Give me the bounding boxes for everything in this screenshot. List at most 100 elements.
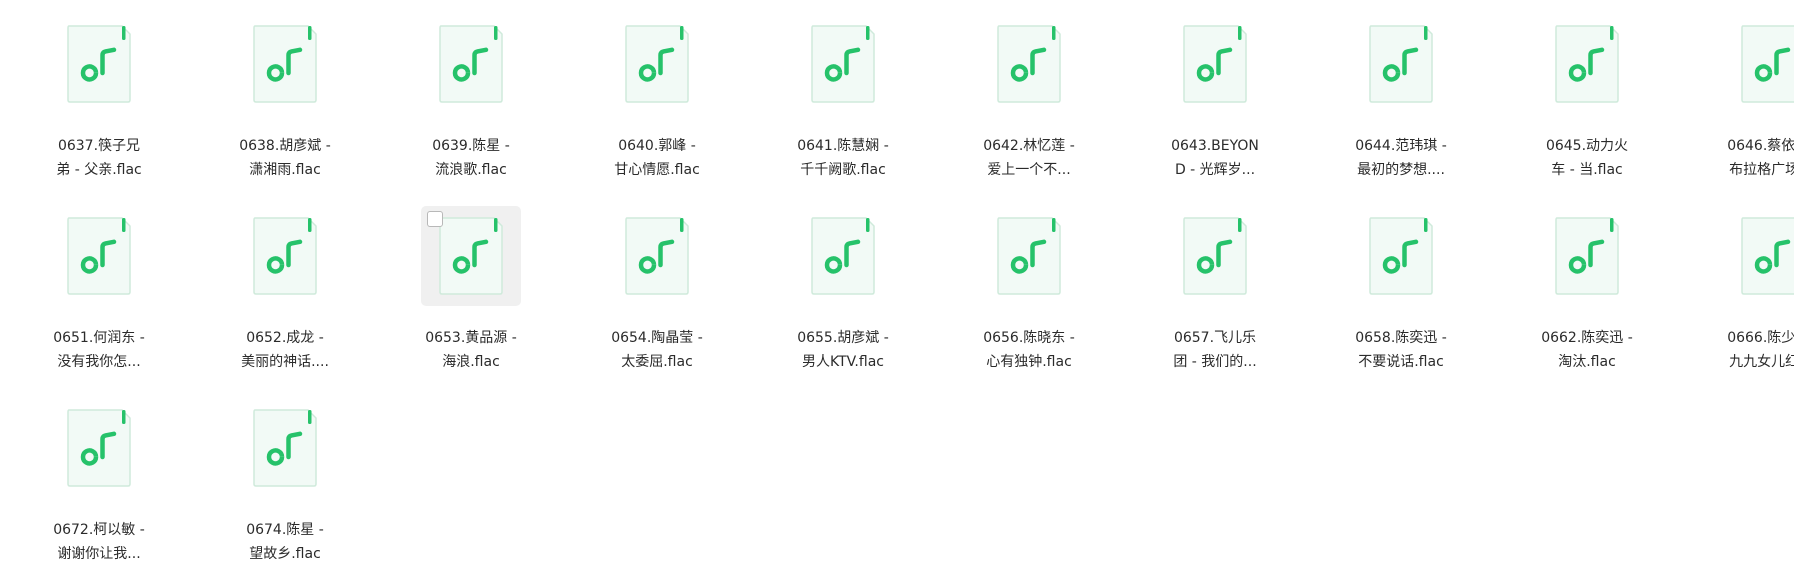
file-thumbnail[interactable] — [421, 14, 521, 114]
file-name-line2: 没有我你怎... — [57, 354, 141, 370]
file-name[interactable]: 0652.成龙 - 美丽的神话.... — [227, 326, 343, 374]
file-thumbnail[interactable] — [1537, 206, 1637, 306]
file-item[interactable]: 0666.陈少华 - 九九女儿红.... — [1680, 204, 1794, 396]
file-name-line2: 车 - 当.flac — [1551, 162, 1623, 178]
file-name[interactable]: 0658.陈奕迅 - 不要说话.flac — [1343, 326, 1459, 374]
music-file-icon — [997, 25, 1061, 103]
file-item[interactable]: 0638.胡彦斌 - 潇湘雨.flac — [192, 12, 378, 204]
file-name-line1: 0672.柯以敏 - — [53, 522, 145, 538]
file-name[interactable]: 0672.柯以敏 - 谢谢你让我... — [41, 518, 157, 566]
file-item[interactable]: 0646.蔡依林 - 布拉格广场.... — [1680, 12, 1794, 204]
file-thumbnail[interactable] — [607, 206, 707, 306]
file-thumbnail[interactable] — [1351, 206, 1451, 306]
music-file-icon — [997, 217, 1061, 295]
file-thumbnail[interactable] — [1351, 14, 1451, 114]
file-thumbnail[interactable] — [49, 206, 149, 306]
file-name[interactable]: 0641.陈慧娴 - 千千阙歌.flac — [785, 134, 901, 182]
music-file-icon — [1741, 25, 1794, 103]
file-name[interactable]: 0653.黄品源 - 海浪.flac — [413, 326, 529, 374]
file-name-line2: 太委屈.flac — [621, 354, 693, 370]
file-thumbnail[interactable] — [49, 14, 149, 114]
file-name[interactable]: 0639.陈星 - 流浪歌.flac — [413, 134, 529, 182]
file-name[interactable]: 0640.郭峰 - 甘心情愿.flac — [599, 134, 715, 182]
file-name-line1: 0658.陈奕迅 - — [1355, 330, 1447, 346]
file-name-line2: 潇湘雨.flac — [249, 162, 321, 178]
file-item[interactable]: 0639.陈星 - 流浪歌.flac — [378, 12, 564, 204]
file-item[interactable]: 0643.BEYON D - 光辉岁... — [1122, 12, 1308, 204]
file-name-line1: 0662.陈奕迅 - — [1541, 330, 1633, 346]
music-file-icon — [439, 25, 503, 103]
file-name-line1: 0674.陈星 - — [246, 522, 324, 538]
file-thumbnail[interactable] — [49, 398, 149, 498]
file-thumbnail[interactable] — [1165, 206, 1265, 306]
file-thumbnail[interactable] — [979, 14, 1079, 114]
file-item[interactable]: 0662.陈奕迅 - 淘汰.flac — [1494, 204, 1680, 396]
file-name[interactable]: 0645.动力火 车 - 当.flac — [1529, 134, 1645, 182]
file-name[interactable]: 0656.陈晓东 - 心有独钟.flac — [971, 326, 1087, 374]
file-name[interactable]: 0662.陈奕迅 - 淘汰.flac — [1529, 326, 1645, 374]
music-file-icon — [67, 217, 131, 295]
file-item[interactable]: 0658.陈奕迅 - 不要说话.flac — [1308, 204, 1494, 396]
file-name-line1: 0640.郭峰 - — [618, 138, 696, 154]
music-file-icon — [253, 25, 317, 103]
file-name-line2: 布拉格广场.... — [1729, 162, 1794, 178]
file-name[interactable]: 0674.陈星 - 望故乡.flac — [227, 518, 343, 566]
file-item[interactable]: 0655.胡彦斌 - 男人KTV.flac — [750, 204, 936, 396]
file-name-line1: 0651.何润东 - — [53, 330, 145, 346]
file-name-line2: 谢谢你让我... — [57, 546, 141, 562]
file-name[interactable]: 0646.蔡依林 - 布拉格广场.... — [1715, 134, 1794, 182]
file-thumbnail[interactable] — [1537, 14, 1637, 114]
file-item[interactable]: 0645.动力火 车 - 当.flac — [1494, 12, 1680, 204]
file-item[interactable]: 0642.林忆莲 - 爱上一个不... — [936, 12, 1122, 204]
file-name[interactable]: 0657.飞儿乐 团 - 我们的... — [1157, 326, 1273, 374]
file-thumbnail[interactable] — [607, 14, 707, 114]
file-name[interactable]: 0637.筷子兄 弟 - 父亲.flac — [41, 134, 157, 182]
file-name[interactable]: 0644.范玮琪 - 最初的梦想.... — [1343, 134, 1459, 182]
file-name-line2: 甘心情愿.flac — [614, 162, 700, 178]
file-item[interactable]: 0653.黄品源 - 海浪.flac — [378, 204, 564, 396]
file-thumbnail[interactable] — [1723, 206, 1794, 306]
music-file-icon — [1183, 25, 1247, 103]
file-thumbnail[interactable] — [421, 206, 521, 306]
music-file-icon — [253, 409, 317, 487]
file-thumbnail[interactable] — [235, 206, 335, 306]
file-item[interactable]: 0657.飞儿乐 团 - 我们的... — [1122, 204, 1308, 396]
file-thumbnail[interactable] — [793, 206, 893, 306]
file-name-line2: 团 - 我们的... — [1173, 354, 1257, 370]
file-thumbnail[interactable] — [1165, 14, 1265, 114]
file-name[interactable]: 0651.何润东 - 没有我你怎... — [41, 326, 157, 374]
file-name-line2: 爱上一个不... — [987, 162, 1071, 178]
music-file-icon — [1555, 25, 1619, 103]
file-thumbnail[interactable] — [979, 206, 1079, 306]
file-name[interactable]: 0642.林忆莲 - 爱上一个不... — [971, 134, 1087, 182]
file-item[interactable]: 0644.范玮琪 - 最初的梦想.... — [1308, 12, 1494, 204]
music-file-icon — [811, 217, 875, 295]
file-name-line2: 九九女儿红.... — [1729, 354, 1794, 370]
file-name[interactable]: 0666.陈少华 - 九九女儿红.... — [1715, 326, 1794, 374]
file-name-line2: 千千阙歌.flac — [800, 162, 886, 178]
file-thumbnail[interactable] — [235, 398, 335, 498]
file-item[interactable]: 0641.陈慧娴 - 千千阙歌.flac — [750, 12, 936, 204]
file-name[interactable]: 0638.胡彦斌 - 潇湘雨.flac — [227, 134, 343, 182]
file-thumbnail[interactable] — [1723, 14, 1794, 114]
file-item[interactable]: 0637.筷子兄 弟 - 父亲.flac — [6, 12, 192, 204]
file-name-line1: 0652.成龙 - — [246, 330, 324, 346]
select-checkbox[interactable] — [427, 211, 443, 227]
file-item[interactable]: 0651.何润东 - 没有我你怎... — [6, 204, 192, 396]
music-file-icon — [1369, 217, 1433, 295]
file-item[interactable]: 0640.郭峰 - 甘心情愿.flac — [564, 12, 750, 204]
file-thumbnail[interactable] — [793, 14, 893, 114]
file-item[interactable]: 0672.柯以敏 - 谢谢你让我... — [6, 396, 192, 578]
file-name-line2: 淘汰.flac — [1558, 354, 1616, 370]
file-name-line1: 0646.蔡依林 - — [1727, 138, 1794, 154]
file-name[interactable]: 0655.胡彦斌 - 男人KTV.flac — [785, 326, 901, 374]
file-item[interactable]: 0674.陈星 - 望故乡.flac — [192, 396, 378, 578]
file-thumbnail[interactable] — [235, 14, 335, 114]
file-name-line2: 不要说话.flac — [1358, 354, 1444, 370]
file-name[interactable]: 0643.BEYON D - 光辉岁... — [1157, 134, 1273, 182]
file-name-line2: 美丽的神话.... — [241, 354, 329, 370]
file-name[interactable]: 0654.陶晶莹 - 太委屈.flac — [599, 326, 715, 374]
file-item[interactable]: 0652.成龙 - 美丽的神话.... — [192, 204, 378, 396]
file-item[interactable]: 0656.陈晓东 - 心有独钟.flac — [936, 204, 1122, 396]
file-item[interactable]: 0654.陶晶莹 - 太委屈.flac — [564, 204, 750, 396]
